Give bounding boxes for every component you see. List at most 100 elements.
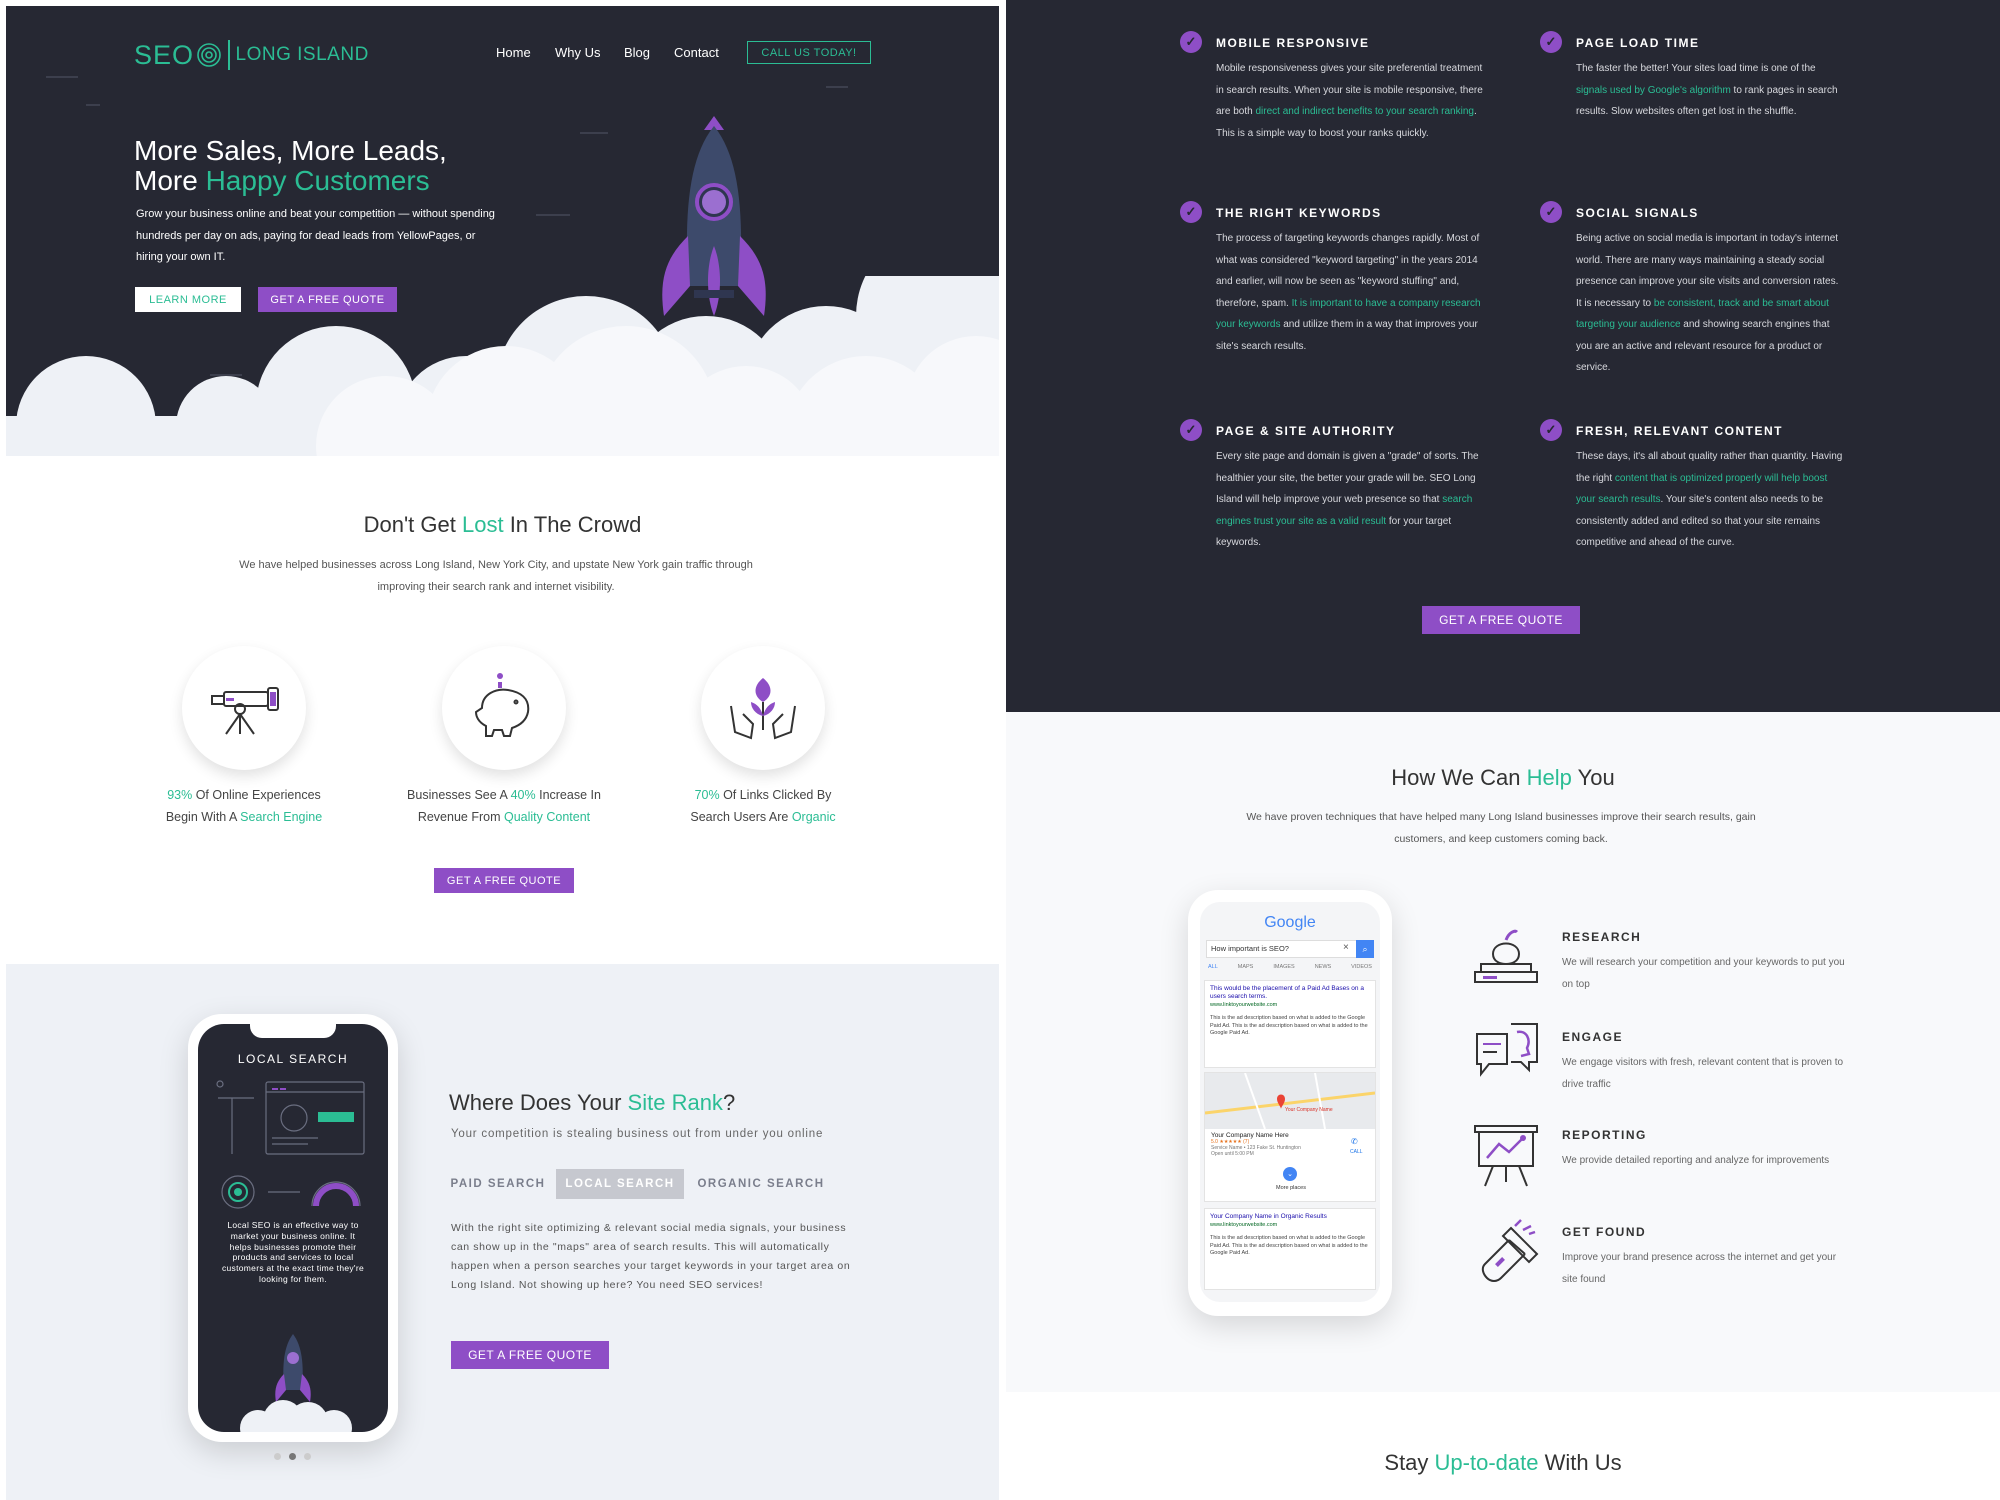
stat-3-line2: Search Users Are [690,810,792,824]
crowd-paragraph: We have helped businesses across Long Is… [239,559,753,593]
feature-link[interactable]: direct and indirect benefits to your sea… [1255,106,1473,117]
call-us-button[interactable]: CALL US TODAY! [747,41,871,64]
carousel-dot[interactable] [304,1453,311,1460]
clouds-illustration [6,276,999,456]
tab-organic-search[interactable]: ORGANIC SEARCH [694,1169,828,1199]
stat-1-text: 93% Of Online Experiences Begin With A S… [134,784,354,828]
seo-factors-section: ✓ MOBILE RESPONSIVE Mobile responsivenes… [1006,0,2000,712]
feature-title: MOBILE RESPONSIVE [1216,36,1370,50]
phone-local-text: Local SEO is an effective way to market … [221,1220,365,1284]
hero-section: SEO LONG ISLAND Home Why Us Blog Contact… [6,6,999,456]
expand-chevron-icon[interactable]: ⌄ [1283,1167,1297,1181]
site-logo[interactable]: SEO LONG ISLAND [134,38,369,72]
tab-local-search[interactable]: LOCAL SEARCH [556,1169,684,1199]
site-rank-title: Where Does Your Site Rank? [449,1090,735,1116]
phone-mockup: LOCAL SEARCH Local SEO is an effective w… [188,1014,398,1442]
logo-divider [228,40,230,70]
site-rank-quote-button[interactable]: GET A FREE QUOTE [451,1341,609,1369]
phone-screen: LOCAL SEARCH Local SEO is an effective w… [198,1024,388,1432]
crowd-quote-button[interactable]: GET A FREE QUOTE [434,868,574,893]
feature-title: PAGE & SITE AUTHORITY [1216,424,1396,438]
how-paragraph: We have proven techniques that have help… [1246,811,1756,845]
paid-ad-card[interactable]: This would be the placement of a Paid Ad… [1204,980,1376,1068]
how-item-text: We engage visitors with fresh, relevant … [1562,1057,1844,1090]
decor-dash [826,86,848,88]
google-tab-images[interactable]: IMAGES [1273,964,1294,970]
features-quote-button[interactable]: GET A FREE QUOTE [1422,606,1580,634]
feature-title: FRESH, RELEVANT CONTENT [1576,424,1783,438]
map-company-name[interactable]: Your Company Name Here [1211,1132,1369,1139]
carousel-dot-active[interactable] [289,1453,296,1460]
decor-dash [580,132,608,134]
carousel-dots [274,1453,311,1460]
stat-2-text: Businesses See A 40% Increase In Revenue… [394,784,614,828]
paid-ad-title[interactable]: This would be the placement of a Paid Ad… [1210,985,1370,1001]
google-tab-videos[interactable]: VIDEOS [1351,964,1372,970]
call-icon[interactable]: ✆ [1351,1137,1358,1146]
clear-icon[interactable]: × [1343,942,1349,953]
nav-blog-link[interactable]: Blog [624,45,650,60]
how-item-title: GET FOUND [1562,1225,1647,1239]
how-title-prefix: How We Can [1391,765,1527,790]
carousel-dot[interactable] [274,1453,281,1460]
decor-dash [86,104,100,106]
feature-title: PAGE LOAD TIME [1576,36,1700,50]
how-item-title: ENGAGE [1562,1030,1624,1044]
stat-1-highlight: Search Engine [240,810,323,824]
feature-title: THE RIGHT KEYWORDS [1216,206,1382,220]
google-tab-maps[interactable]: MAPS [1238,964,1254,970]
nav-why-us-link[interactable]: Why Us [555,45,601,60]
nav-contact-link[interactable]: Contact [674,45,719,60]
logo-long-island-text: LONG ISLAND [235,44,369,65]
more-places-link[interactable]: More places [1205,1185,1377,1191]
call-label[interactable]: CALL [1350,1149,1363,1155]
site-rank-title-prefix: Where Does Your [449,1090,628,1115]
how-section: How We Can Help You We have proven techn… [1006,712,2000,1392]
feature-text-part: The faster the better! Your sites load t… [1576,63,1816,74]
stat-1-number: 93% [167,788,193,802]
map-card[interactable]: Your Company Name Your Company Name Here… [1204,1072,1376,1202]
stat-3-text: 70% Of Links Clicked By Search Users Are… [653,784,873,828]
feature-text: Every site page and domain is given a "g… [1216,446,1486,554]
organic-result-card[interactable]: Your Company Name in Organic Results www… [1204,1208,1376,1290]
how-item-text: We provide detailed reporting and analyz… [1562,1155,1830,1166]
google-tab-all[interactable]: ALL [1208,964,1218,970]
crowd-title-suffix: In The Crowd [503,512,642,537]
check-icon: ✓ [1180,201,1202,223]
piggy-bank-icon [474,673,530,737]
crowd-title-highlight: Lost [461,512,504,537]
organic-url: www.linktoyourwebsite.com [1210,1222,1278,1228]
feature-text-part: Every site page and domain is given a "g… [1216,451,1479,505]
site-rank-title-highlight: Site Rank [627,1090,723,1115]
organic-title[interactable]: Your Company Name in Organic Results [1210,1213,1370,1221]
flashlight-icon [1481,1219,1539,1282]
site-rank-section: LOCAL SEARCH Local SEO is an effective w… [6,964,999,1500]
logo-seo-text: SEO [134,39,195,70]
map-hours: Open until 5:00 PM [1211,1151,1254,1157]
stat-1-line1: Of Online Experiences [192,788,321,802]
how-item-title: REPORTING [1562,1128,1647,1142]
google-phone-screen: Google How important is SEO? × ⌕ ALL MAP… [1200,902,1380,1302]
map-thumbnail [1205,1073,1375,1129]
check-icon: ✓ [1540,419,1562,441]
decor-dash [46,76,78,78]
phone-screen-title: LOCAL SEARCH [237,1052,349,1066]
plant-hands-icon [730,678,796,740]
up-to-date-title: Stay Up-to-date With Us [1006,1450,2000,1476]
local-search-illustration [216,1080,365,1209]
search-icon[interactable]: ⌕ [1356,940,1374,958]
hero-paragraph: Grow your business online and beat your … [136,208,495,263]
stat-1-line2: Begin With A [165,810,241,824]
books-apple-icon [1474,929,1538,983]
google-tab-news[interactable]: NEWS [1315,964,1332,970]
stat-circle-3 [701,646,825,770]
hero-title-line2: More Happy Customers [134,166,447,196]
target-logo-icon [197,43,221,67]
right-page-screenshot: ✓ MOBILE RESPONSIVE Mobile responsivenes… [1006,0,2000,1500]
nav-home-link[interactable]: Home [496,45,531,60]
tab-paid-search[interactable]: PAID SEARCH [449,1169,547,1199]
google-search-bar: How important is SEO? × ⌕ [1206,940,1374,958]
stat-2-highlight: Quality Content [503,810,591,824]
hero-title: More Sales, More Leads, More Happy Custo… [134,136,447,196]
feature-link[interactable]: signals used by Google's algorithm [1576,85,1731,96]
